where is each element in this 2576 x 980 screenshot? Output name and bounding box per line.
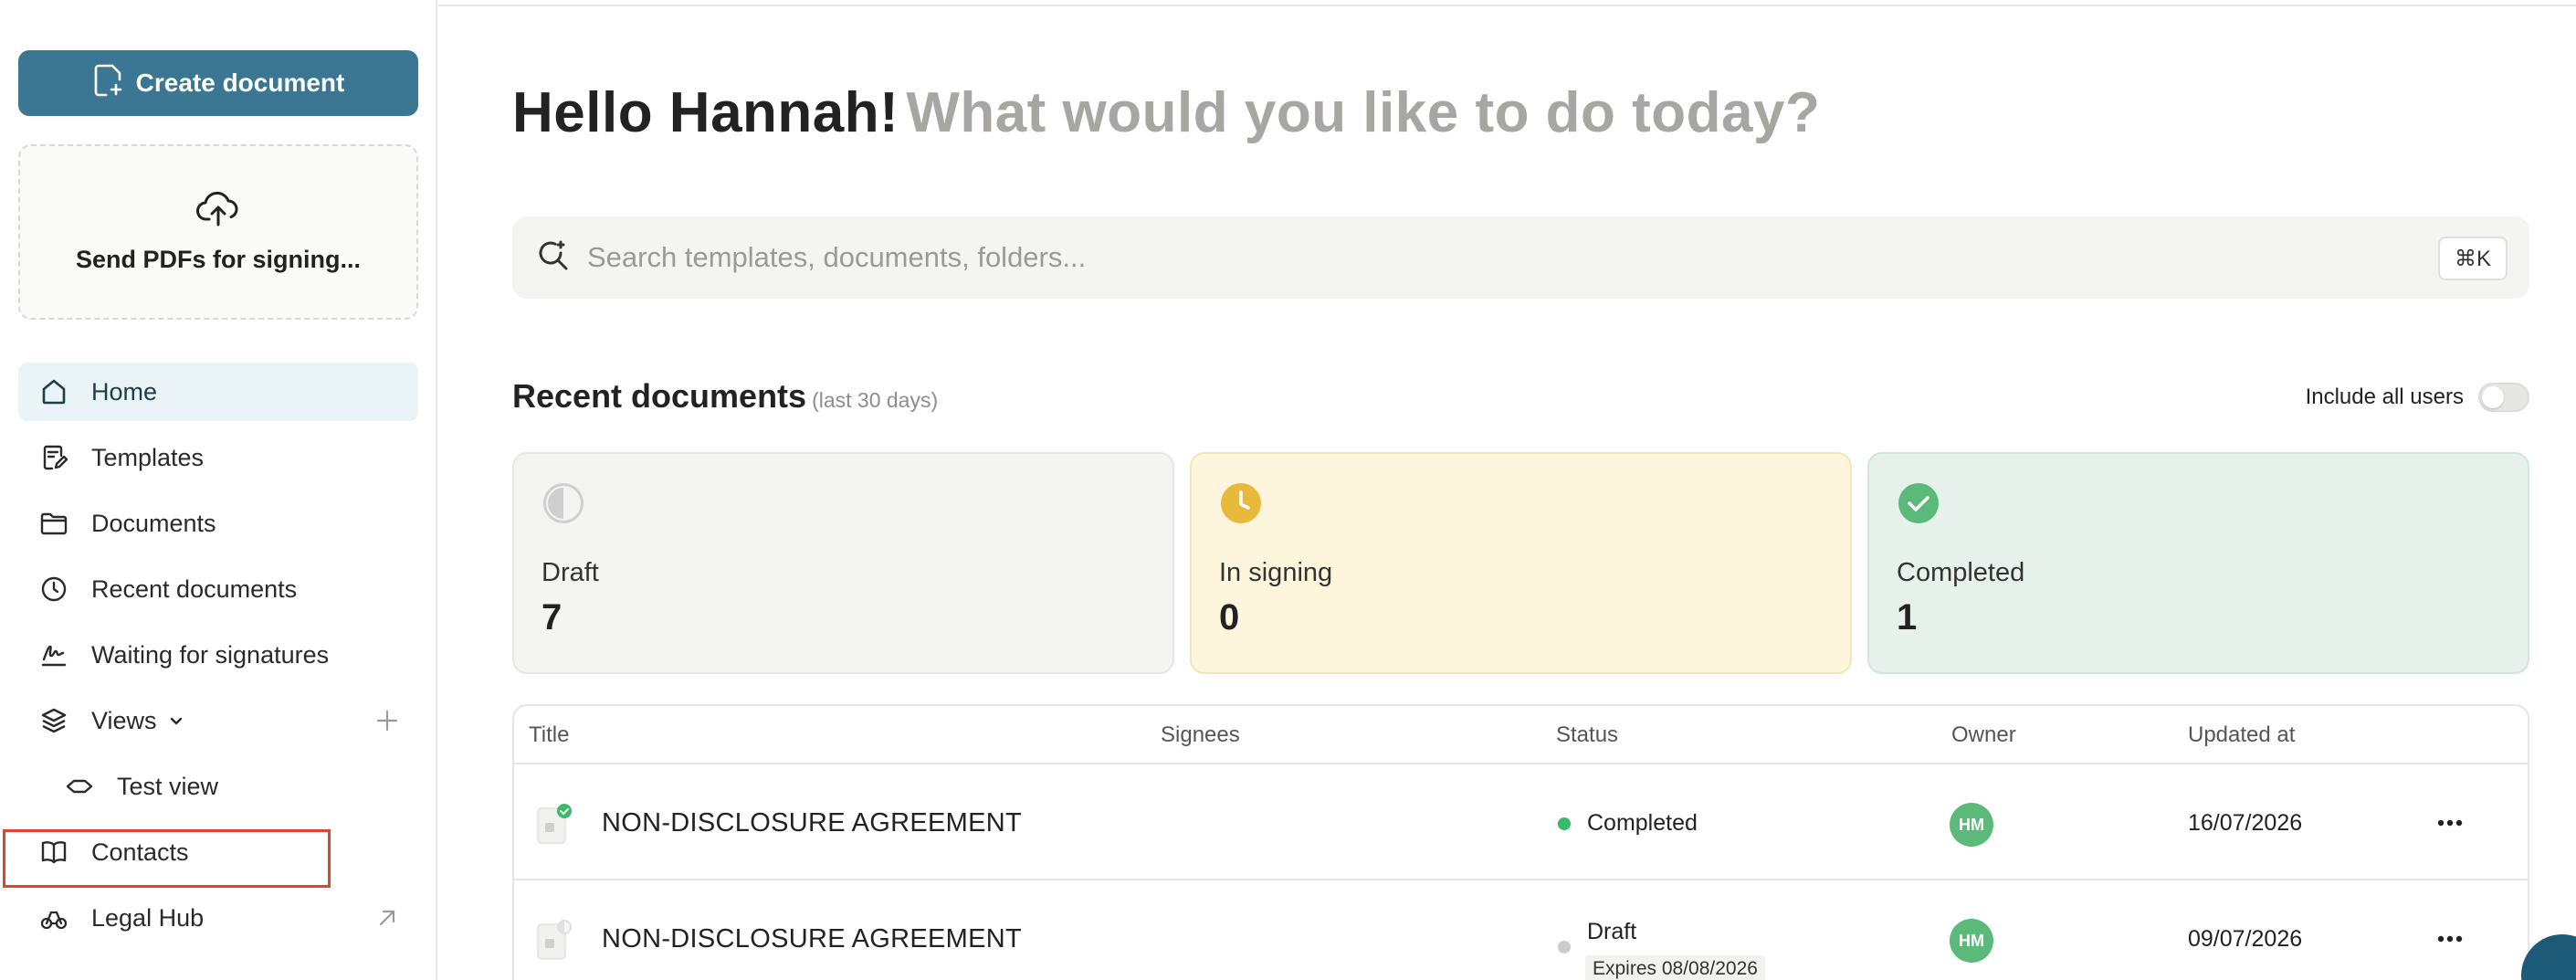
- more-options-icon[interactable]: [2432, 806, 2468, 839]
- column-header-updated-at[interactable]: Updated at: [2188, 722, 2295, 748]
- completed-card-count: 1: [1897, 597, 1918, 638]
- in-signing-status-card[interactable]: In signing 0: [1190, 452, 1852, 674]
- include-all-users-label: Include all users: [2305, 385, 2464, 409]
- document-title[interactable]: NON-DISCLOSURE AGREEMENT: [602, 808, 1022, 838]
- sidebar-item-label: Legal Hub: [91, 903, 205, 932]
- table-row[interactable]: NON-DISCLOSURE AGREEMENT Completed HM 16…: [514, 764, 2528, 880]
- table-header: Title Signees Status Owner Updated at: [514, 706, 2528, 764]
- sidebar-item-label: Waiting for signatures: [91, 640, 330, 669]
- sidebar-item-views[interactable]: Views: [18, 691, 418, 750]
- sidebar-item-label: Templates: [91, 443, 205, 471]
- sidebar-item-label: Views: [91, 706, 157, 734]
- layers-icon: [38, 705, 69, 736]
- main-content: Hello Hannah! What would you like to do t…: [438, 0, 2576, 980]
- avatar: HM: [1950, 803, 1993, 847]
- sidebar: Create document Send PDFs for signing...…: [0, 0, 437, 980]
- cloud-upload-icon: [196, 190, 240, 233]
- clock-icon: [1221, 483, 1261, 523]
- clock-icon: [38, 574, 69, 605]
- recent-documents-subtitle: (last 30 days): [812, 388, 939, 412]
- add-view-icon[interactable]: [373, 706, 402, 735]
- include-all-users-toggle[interactable]: [2478, 383, 2529, 412]
- sidebar-item-waiting-for-signatures[interactable]: Waiting for signatures: [18, 626, 418, 684]
- include-all-users-control: Include all users: [2306, 383, 2529, 412]
- status-dot: [1558, 941, 1571, 954]
- document-title[interactable]: NON-DISCLOSURE AGREEMENT: [602, 924, 1022, 954]
- search-shortcut-badge: ⌘K: [2437, 237, 2508, 280]
- external-link-icon: [373, 903, 402, 933]
- sidebar-item-documents[interactable]: Documents: [18, 494, 418, 553]
- more-options-icon[interactable]: [2432, 922, 2468, 955]
- expires-badge: Expires 08/08/2026: [1585, 955, 1765, 980]
- half-circle-icon: [543, 483, 584, 523]
- column-header-signees[interactable]: Signees: [1161, 722, 1240, 748]
- recent-documents-heading: Recent documents (last 30 days): [512, 377, 938, 416]
- sidebar-item-label: Recent documents: [91, 574, 298, 603]
- help-chat-button[interactable]: [2521, 934, 2576, 980]
- completed-card-label: Completed: [1897, 558, 2025, 587]
- updated-at: 09/07/2026: [2188, 926, 2303, 952]
- chevron-down-icon[interactable]: [166, 711, 186, 731]
- updated-at: 16/07/2026: [2188, 810, 2303, 836]
- column-header-status[interactable]: Status: [1556, 722, 1618, 748]
- document-draft-icon: [537, 920, 572, 960]
- sidebar-item-test-view[interactable]: Test view: [18, 757, 418, 816]
- status-label: Draft: [1587, 918, 1637, 944]
- status-badge: Draft: [1558, 910, 1636, 954]
- status-badge: Completed: [1558, 810, 1698, 837]
- search-input[interactable]: [587, 241, 2322, 274]
- create-document-button[interactable]: Create document: [18, 50, 418, 116]
- search-bar[interactable]: ⌘K: [512, 216, 2529, 299]
- document-completed-icon: [537, 804, 572, 844]
- in-signing-card-count: 0: [1219, 597, 1240, 638]
- sidebar-item-label: Home: [91, 377, 158, 406]
- draft-status-card[interactable]: Draft 7: [512, 452, 1174, 674]
- upload-dropzone[interactable]: Send PDFs for signing...: [18, 144, 418, 320]
- page-title: Hello Hannah! What would you like to do t…: [512, 80, 1820, 145]
- template-icon: [38, 442, 69, 473]
- sidebar-item-legal-hub[interactable]: Legal Hub: [18, 889, 418, 947]
- in-signing-card-label: In signing: [1219, 558, 1333, 587]
- scales-icon: [38, 902, 69, 933]
- table-row[interactable]: NON-DISCLOSURE AGREEMENT Draft Expires 0…: [514, 880, 2528, 980]
- folder-icon: [38, 508, 69, 539]
- greeting-question: What would you like to do today?: [906, 81, 1821, 144]
- sidebar-item-templates[interactable]: Templates: [18, 428, 418, 487]
- column-header-title[interactable]: Title: [529, 722, 569, 748]
- sidebar-item-home[interactable]: Home: [18, 363, 418, 421]
- sidebar-item-recent-documents[interactable]: Recent documents: [18, 560, 418, 618]
- completed-status-card[interactable]: Completed 1: [1867, 452, 2529, 674]
- diamond-icon: [64, 771, 95, 802]
- sidebar-item-label: Documents: [91, 509, 216, 537]
- search-icon: [536, 238, 571, 278]
- recent-documents-title: Recent documents: [512, 377, 807, 415]
- new-document-icon: [92, 63, 123, 104]
- avatar: HM: [1950, 919, 1993, 963]
- upload-label: Send PDFs for signing...: [75, 246, 362, 273]
- home-icon: [38, 376, 69, 407]
- check-circle-icon: [1898, 483, 1939, 523]
- contacts-highlight-box: [3, 829, 331, 888]
- create-document-label: Create document: [135, 68, 345, 97]
- column-header-owner[interactable]: Owner: [1951, 722, 2016, 748]
- status-label: Completed: [1587, 810, 1698, 836]
- draft-card-count: 7: [541, 597, 563, 638]
- greeting-name: Hello Hannah!: [512, 81, 899, 144]
- sidebar-item-label: Test view: [117, 772, 219, 800]
- recent-documents-table: Title Signees Status Owner Updated at NO…: [512, 704, 2529, 980]
- draft-card-label: Draft: [541, 558, 599, 587]
- signature-icon: [38, 639, 69, 670]
- status-dot: [1558, 817, 1571, 830]
